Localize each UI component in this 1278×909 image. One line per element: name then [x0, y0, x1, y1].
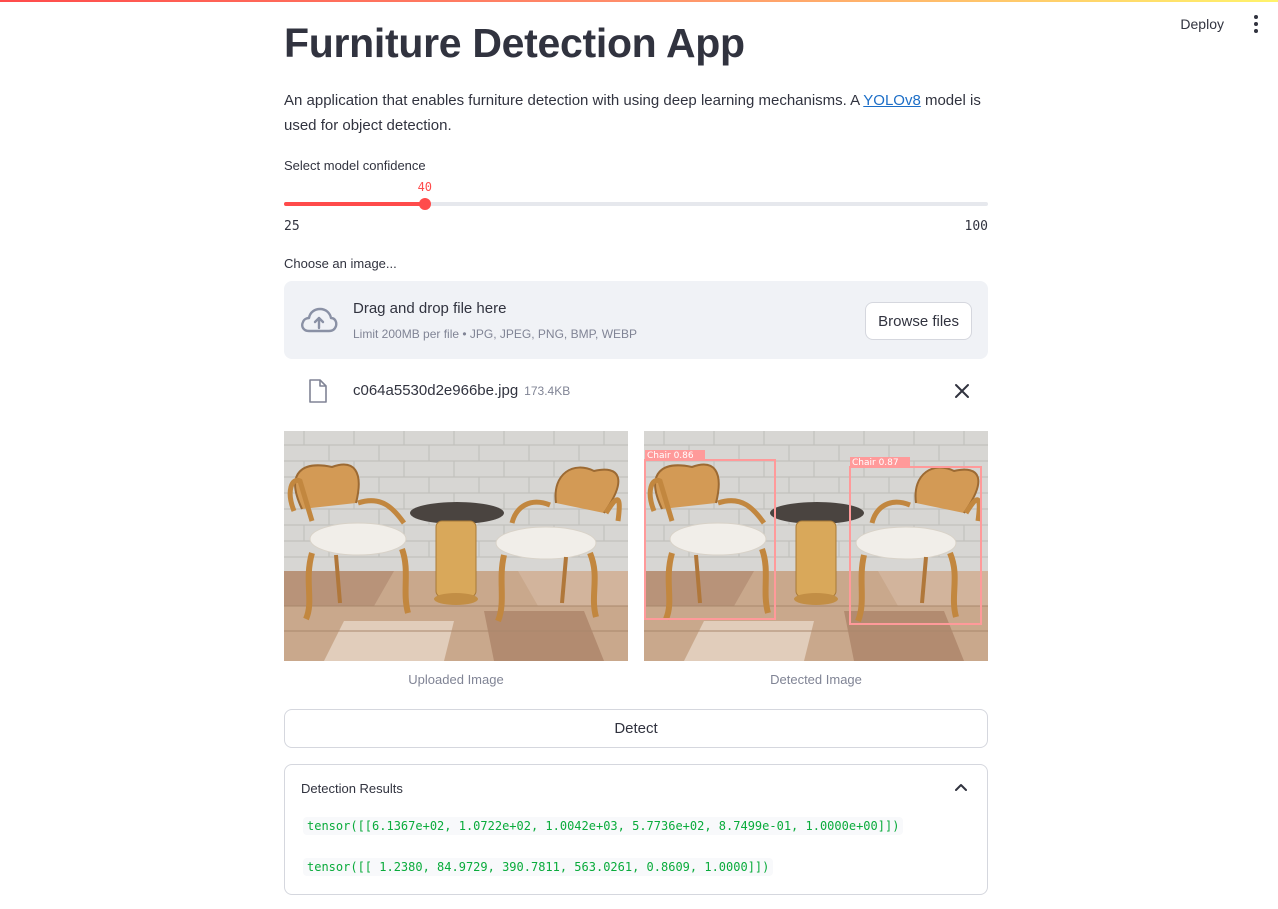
slider-fill — [284, 202, 425, 206]
slider-min-value: 25 — [284, 219, 300, 234]
slider-current-value: 40 — [417, 180, 433, 194]
uploaded-image — [284, 431, 628, 661]
slider-thumb[interactable] — [418, 198, 431, 210]
uploaded-file-row: c064a5530d2e966be.jpg 173.4KB — [284, 372, 988, 412]
dropzone-instructions: Drag and drop file here — [353, 300, 507, 317]
deploy-button[interactable]: Deploy — [1176, 14, 1228, 34]
dropzone-limits: Limit 200MB per file • JPG, JPEG, PNG, B… — [353, 327, 638, 341]
uploaded-file-name: c064a5530d2e966be.jpg 173.4KB — [353, 382, 570, 399]
uploaded-image-caption: Uploaded Image — [408, 672, 504, 687]
result-tensor-2: tensor([[ 1.2380, 84.9729, 390.7811, 563… — [303, 858, 774, 876]
confidence-slider[interactable] — [284, 198, 988, 210]
app-description: An application that enables furniture de… — [284, 88, 988, 138]
cloud-upload-icon — [301, 307, 338, 333]
description-text-start: An application that enables furniture de… — [284, 92, 864, 109]
page-title: Furniture Detection App — [284, 20, 745, 66]
result-tensor-1: tensor([[6.1367e+02, 1.0722e+02, 1.0042e… — [303, 817, 904, 835]
detection-label-2: Chair 0.87 — [852, 458, 899, 468]
file-name-text: c064a5530d2e966be.jpg — [353, 382, 519, 399]
close-icon[interactable] — [952, 381, 972, 401]
yolov8-link[interactable]: YOLOv8 — [863, 92, 921, 109]
detection-results-header[interactable]: Detection Results — [285, 765, 987, 811]
vertical-ellipsis-icon[interactable] — [1248, 14, 1264, 34]
detected-image: Chair 0.86 Chair 0.87 — [644, 431, 988, 661]
file-icon — [309, 379, 327, 403]
detection-label-1: Chair 0.86 — [647, 451, 694, 461]
file-dropzone[interactable]: Drag and drop file here Limit 200MB per … — [284, 281, 988, 359]
detection-results-expander: Detection Results tensor([[6.1367e+02, 1… — [284, 764, 988, 895]
header-actions: Deploy — [1176, 14, 1264, 34]
confidence-slider-label: Select model confidence — [284, 158, 426, 173]
top-decoration-bar — [0, 0, 1278, 2]
slider-max-value: 100 — [964, 219, 988, 234]
detect-button[interactable]: Detect — [284, 709, 988, 748]
detected-image-caption: Detected Image — [770, 672, 862, 687]
browse-files-button[interactable]: Browse files — [865, 302, 972, 340]
file-uploader-label: Choose an image... — [284, 256, 397, 271]
file-size: 173.4KB — [524, 384, 571, 398]
detection-results-title: Detection Results — [301, 781, 403, 796]
chevron-up-icon[interactable] — [955, 782, 967, 792]
